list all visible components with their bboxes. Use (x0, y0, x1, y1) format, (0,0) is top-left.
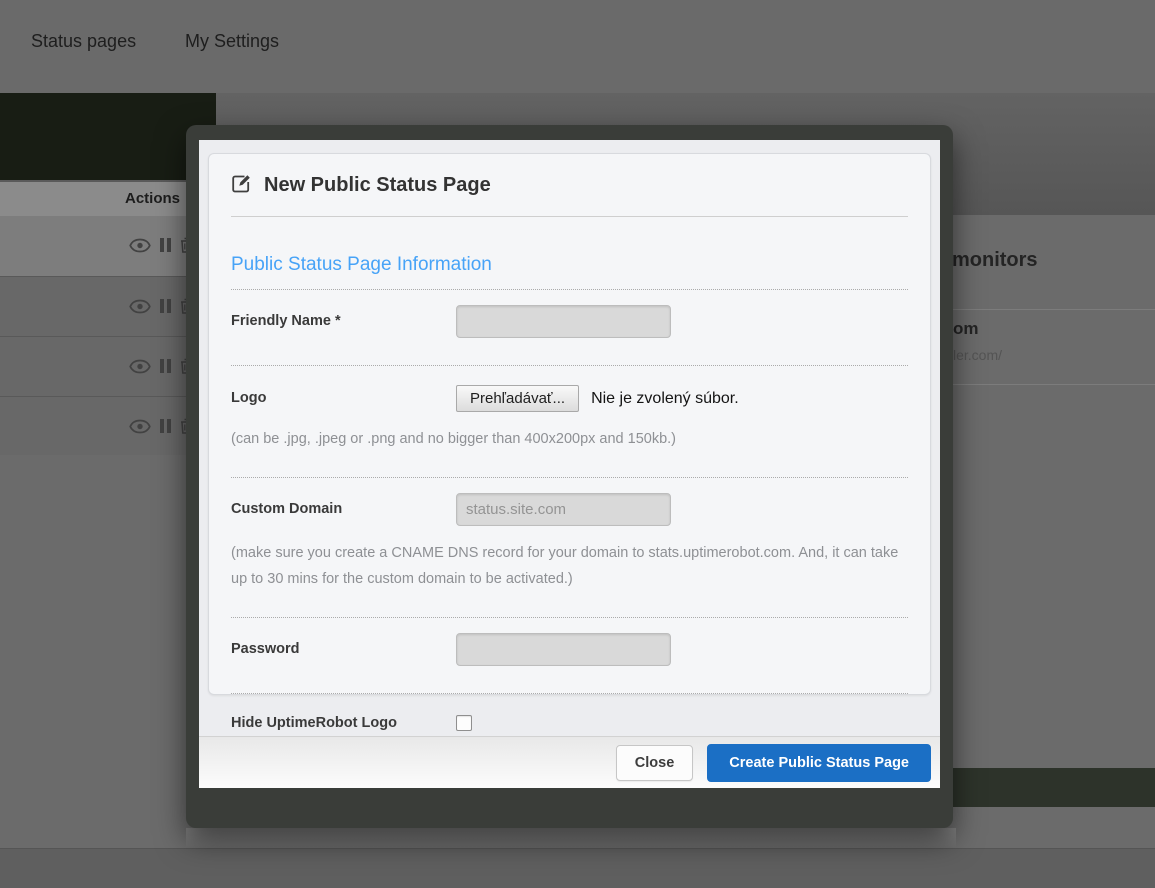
logo-help-text: (can be .jpg, .jpeg or .png and no bigge… (231, 424, 907, 464)
hide-logo-label: Hide UptimeRobot Logo (231, 715, 456, 731)
new-status-page-modal: New Public Status Page Public Status Pag… (186, 125, 953, 828)
edit-pencil-icon (231, 173, 252, 199)
nav-my-settings[interactable]: My Settings (185, 31, 279, 52)
custom-domain-help-text: (make sure you create a CNAME DNS record… (231, 540, 907, 604)
custom-domain-row: Custom Domain (231, 478, 908, 540)
divider (950, 384, 1155, 385)
table-row (0, 216, 216, 276)
browse-file-button[interactable]: Prehľadávať... (456, 385, 579, 412)
view-eye-icon[interactable] (129, 299, 151, 319)
table-row (0, 276, 216, 336)
friendly-name-row: Friendly Name * (231, 290, 908, 352)
logo-label: Logo (231, 390, 456, 406)
modal-title: New Public Status Page (264, 174, 491, 197)
pause-icon[interactable] (160, 359, 171, 373)
custom-domain-label: Custom Domain (231, 501, 456, 517)
friendly-name-label: Friendly Name * (231, 313, 456, 329)
custom-domain-input[interactable] (456, 493, 671, 526)
nav-status-pages[interactable]: Status pages (31, 31, 136, 52)
pause-icon[interactable] (160, 238, 171, 252)
monitor-name-fragment: om (953, 319, 979, 339)
password-input[interactable] (456, 633, 671, 666)
hide-logo-checkbox[interactable] (456, 715, 472, 731)
view-eye-icon[interactable] (129, 419, 151, 439)
section-heading: Public Status Page Information (231, 254, 908, 276)
divider (950, 309, 1155, 310)
password-row: Password (231, 618, 908, 680)
monitor-url-fragment: ler.com/ (953, 347, 1002, 363)
modal-footer: Close Create Public Status Page (199, 736, 940, 788)
view-eye-icon[interactable] (129, 359, 151, 379)
modal-content: New Public Status Page Public Status Pag… (199, 140, 940, 788)
table-row (0, 396, 216, 455)
password-label: Password (231, 641, 456, 657)
page-bottom-area (0, 848, 1155, 888)
close-button[interactable]: Close (616, 745, 694, 781)
actions-column-header: Actions (0, 182, 216, 216)
divider (231, 216, 908, 217)
modal-form-panel: New Public Status Page Public Status Pag… (208, 153, 931, 695)
background-dark-header-block (0, 93, 216, 180)
top-nav: Status pages My Settings (0, 0, 1155, 93)
background-dark-footer-bar (953, 768, 1155, 807)
table-row (0, 336, 216, 396)
create-status-page-button[interactable]: Create Public Status Page (707, 744, 931, 782)
view-eye-icon[interactable] (129, 238, 151, 258)
monitors-column-heading-fragment: monitors (952, 249, 1038, 272)
dotted-divider (231, 365, 908, 366)
actions-column-label: Actions (125, 190, 180, 207)
modal-header: New Public Status Page (231, 171, 908, 199)
logo-row: Logo Prehľadávať... Nie je zvolený súbor. (231, 372, 908, 424)
pause-icon[interactable] (160, 299, 171, 313)
no-file-selected-text: Nie je zvolený súbor. (591, 390, 739, 407)
pause-icon[interactable] (160, 419, 171, 433)
background-page-bottom-edge (186, 828, 956, 848)
friendly-name-input[interactable] (456, 305, 671, 338)
